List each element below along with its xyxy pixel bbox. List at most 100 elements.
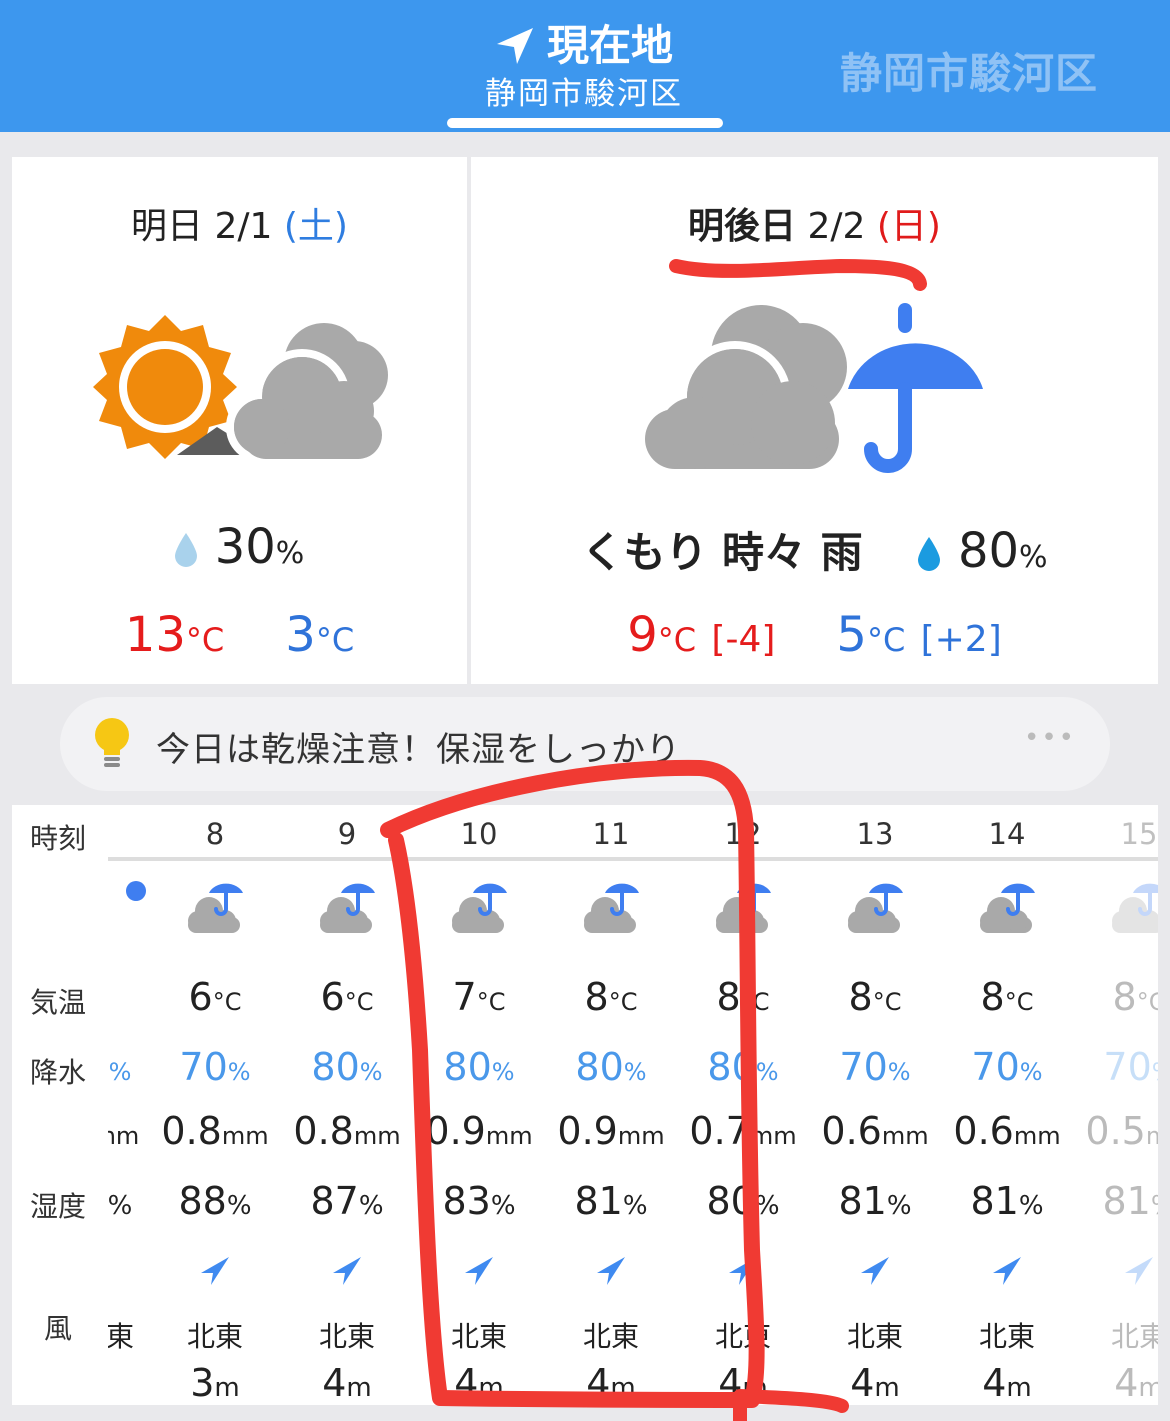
hour-column: 13 8°C 70% 0.6mm 81% 北東 4m — [815, 805, 935, 1405]
weekday: (土) — [283, 206, 348, 247]
lightbulb-icon — [95, 718, 129, 767]
weekday: (日) — [876, 206, 941, 247]
hour-wind-speed: 4m — [718, 1361, 768, 1405]
more-options-icon[interactable]: ••• — [1024, 723, 1076, 753]
wind-direction-arrow-icon — [333, 1257, 361, 1285]
hour-label: 8 — [205, 817, 225, 851]
hour-precip-amount: 0.6mm — [821, 1109, 929, 1153]
hour-label: 9 — [337, 817, 357, 851]
header: 現在地 静岡市駿河区 静岡市駿河区 — [0, 0, 1170, 132]
temp-unit: °C — [866, 621, 906, 659]
hour-temp: 8°C — [980, 975, 1034, 1019]
tomorrow-date: 明日 2/1 (土) — [12, 197, 467, 249]
cloudy-rain-icon — [1112, 883, 1158, 933]
raindrop-icon — [174, 533, 197, 567]
wind-direction-arrow-icon — [993, 1257, 1021, 1285]
sunny-then-cloudy-icon — [93, 315, 388, 463]
hour-wind-direction: 北東 — [714, 1320, 771, 1353]
hour-precip-amount: 0.6mm — [953, 1109, 1061, 1153]
tip-text: 今日は乾燥注意！保湿をしっかり — [156, 730, 681, 770]
hour-wind-direction: 北東 — [318, 1320, 375, 1353]
hour-precip-chance: 70% — [839, 1045, 911, 1089]
cloudy-with-rain-umbrella-icon — [645, 303, 983, 473]
hour-wind-direction: 北東 — [450, 1320, 507, 1353]
hour-humidity: 81% — [838, 1179, 912, 1223]
hour-precip-chance: 70% — [1103, 1045, 1158, 1089]
day-after-condition-row: くもり 時々 雨 80% — [471, 519, 1158, 580]
active-tab-indicator — [447, 118, 723, 128]
low-temp: 3 — [285, 607, 316, 663]
cloudy-rain-icon — [584, 883, 639, 933]
hour-column: 12 8°C 80% 0.7mm 80% 北東 4m — [683, 805, 803, 1405]
hour-column: 9 6°C 80% 0.8mm 87% 北東 4m — [287, 805, 407, 1405]
hour-label: 12 — [724, 817, 762, 851]
hour-humidity: 81% — [574, 1179, 648, 1223]
tomorrow-card[interactable]: 明日 2/1 (土) 30% 13°C 3°C — [12, 157, 467, 684]
low-temp-diff: [+2] — [920, 619, 1002, 660]
wind-direction-arrow-icon — [465, 1257, 493, 1285]
hour-wind-speed: 4m — [322, 1361, 372, 1405]
date-value: 2/2 — [807, 206, 866, 247]
hour-label: 14 — [988, 817, 1026, 851]
cloudy-rain-icon — [848, 883, 903, 933]
tab-current-title: 現在地 — [546, 21, 673, 70]
day-label: 明後日 — [688, 206, 797, 247]
hour-label: 13 — [856, 817, 894, 851]
hour-precip-amount: 0.7mm — [689, 1109, 797, 1153]
hour-wind-speed: 3m — [190, 1361, 240, 1405]
hour-humidity: 87% — [310, 1179, 384, 1223]
hour-wind-direction: 北東 — [978, 1320, 1035, 1353]
hour-temp: 8°C — [1112, 975, 1158, 1019]
hour-wind-direction: 北東 — [1110, 1320, 1158, 1353]
temp-unit: °C — [657, 621, 697, 659]
hourly-forecast[interactable]: 時刻 気温 降水 湿度 風 % nm % 東 8 6°C 70% 0.8mm 88% 北東… — [12, 805, 1158, 1405]
tab-current-location[interactable]: 現在地 静岡市駿河区 — [445, 18, 723, 114]
precip-value: 80 — [957, 523, 1020, 579]
precip-unit: % — [275, 536, 305, 571]
hour-label: 15 — [1120, 817, 1158, 851]
label-wind: 風 — [44, 1312, 73, 1345]
raindrop-icon — [917, 537, 940, 571]
tomorrow-precip: 30% — [12, 519, 467, 575]
hour-wind-speed: 4m — [850, 1361, 900, 1405]
tab-other-location[interactable]: 静岡市駿河区 — [840, 40, 1098, 101]
hour-precip-chance: 80% — [443, 1045, 515, 1089]
temp-unit: °C — [185, 621, 225, 659]
hour-precip-amount: 0.9mm — [425, 1109, 533, 1153]
precip-unit: % — [1019, 540, 1048, 575]
tomorrow-temps: 13°C 3°C — [12, 607, 467, 663]
row-labels: 時刻 気温 降水 湿度 風 — [12, 805, 108, 1405]
hour-precip-chance: 80% — [311, 1045, 383, 1089]
label-temp: 気温 — [30, 986, 87, 1019]
tab-current-subtitle: 静岡市駿河区 — [485, 76, 683, 112]
high-temp: 9 — [627, 607, 658, 663]
hour-precip-chance: 70% — [971, 1045, 1043, 1089]
hour-humidity: 80% — [706, 1179, 780, 1223]
hour-precip-chance: 80% — [707, 1045, 779, 1089]
hour-column: 10 7°C 80% 0.9mm 83% 北東 4m — [419, 805, 539, 1405]
hour-column: 11 8°C 80% 0.9mm 81% 北東 4m — [551, 805, 671, 1405]
hour-precip-chance: 80% — [575, 1045, 647, 1089]
hour-wind-direction: 北東 — [582, 1320, 639, 1353]
high-temp: 13 — [124, 607, 186, 663]
hour-humidity: 81% — [1102, 1179, 1158, 1223]
cloudy-rain-icon — [980, 883, 1035, 933]
cloudy-rain-icon — [452, 883, 507, 933]
hour-temp: 8°C — [848, 975, 902, 1019]
day-after-card[interactable]: 明後日 2/2 (日) くもり 時々 雨 80% 9°C [-4] 5°C [+… — [471, 157, 1158, 684]
high-temp-diff: [-4] — [711, 619, 776, 660]
tip-banner[interactable]: 今日は乾燥注意！保湿をしっかり ••• — [60, 697, 1110, 791]
cloudy-rain-icon — [320, 883, 375, 933]
wind-direction-arrow-icon — [1125, 1257, 1153, 1285]
hour-humidity: 88% — [178, 1179, 252, 1223]
low-temp: 5 — [836, 607, 867, 663]
hour-humidity: 83% — [442, 1179, 516, 1223]
label-precip: 降水 — [30, 1056, 87, 1089]
date-value: 2/1 — [214, 206, 273, 247]
label-humidity: 湿度 — [30, 1190, 87, 1223]
hour-wind-speed: 4m — [586, 1361, 636, 1405]
hour-precip-chance: 70% — [179, 1045, 251, 1089]
wind-direction-arrow-icon — [729, 1257, 757, 1285]
temp-unit: °C — [315, 621, 355, 659]
hour-wind-speed: 4m — [982, 1361, 1032, 1405]
